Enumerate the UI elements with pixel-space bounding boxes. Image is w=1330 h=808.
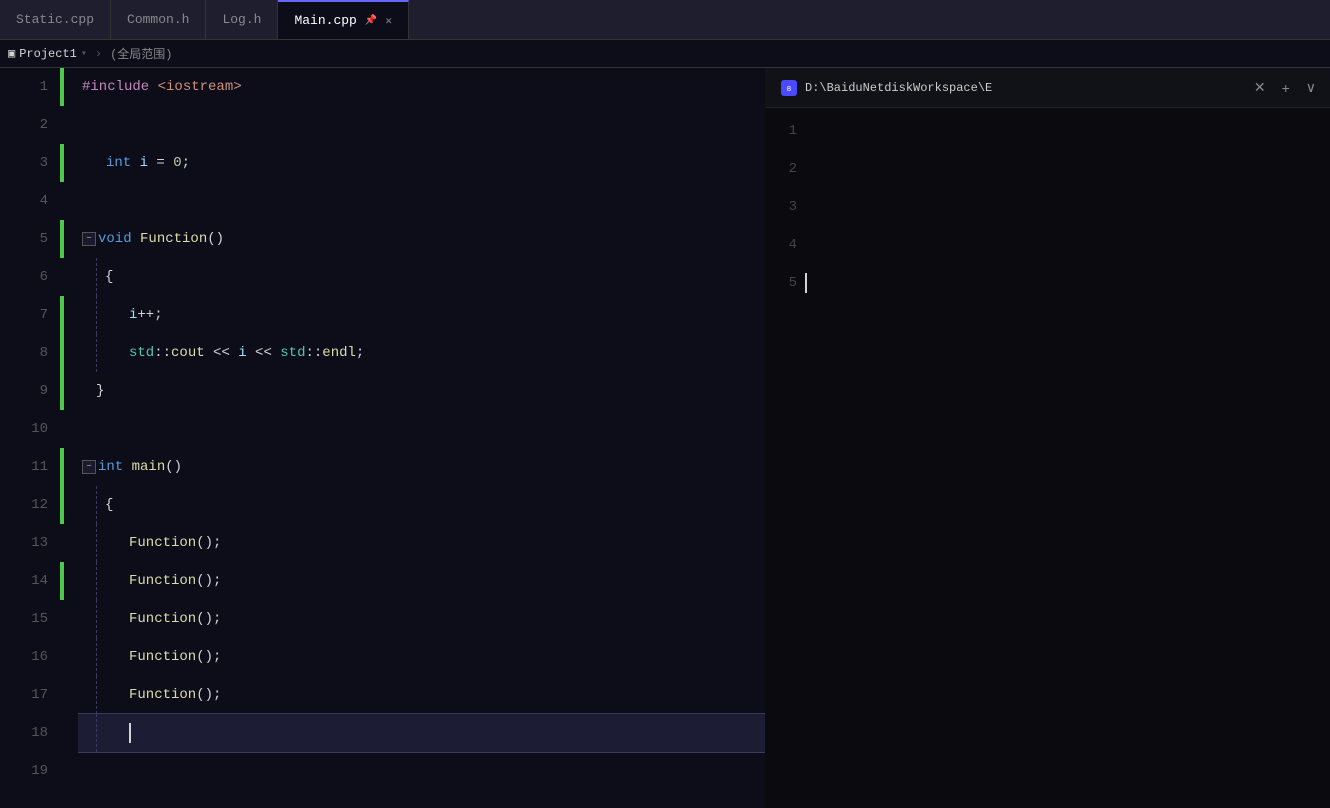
line-6[interactable]: { (78, 258, 765, 296)
line-num-13: 13 (0, 524, 48, 562)
breadcrumb-scope: (全局范围) (110, 45, 172, 62)
line-num-9: 9 (0, 372, 48, 410)
code-content[interactable]: #include <iostream> int i = 0 ; (78, 68, 765, 808)
dropdown-icon[interactable]: ▾ (81, 48, 87, 60)
line-num-17: 17 (0, 676, 48, 714)
line-num-12: 12 (0, 486, 48, 524)
line-1[interactable]: #include <iostream> (78, 68, 765, 106)
project-icon: ▣ (8, 46, 15, 61)
pin-icon[interactable]: 📌 (365, 15, 377, 27)
right-tab-bar: B D:\BaiduNetdiskWorkspace\E ✕ + ∨ (765, 68, 1330, 108)
line-num-14: 14 (0, 562, 48, 600)
line-16[interactable]: Function (); (78, 638, 765, 676)
line-12[interactable]: { (78, 486, 765, 524)
new-tab-button[interactable]: + (1276, 76, 1296, 100)
line-num-15: 15 (0, 600, 48, 638)
line-num-1: 1 (0, 68, 48, 106)
line-11[interactable]: – int main () (78, 448, 765, 486)
line-num-7: 7 (0, 296, 48, 334)
right-tab-actions: ✕ + ∨ (1248, 75, 1330, 100)
project-name: Project1 (19, 47, 77, 61)
line-num-3: 3 (0, 144, 48, 182)
terminal-icon: B (781, 80, 797, 96)
line-num-10: 10 (0, 410, 48, 448)
line-10[interactable] (78, 410, 765, 448)
code-area: 1 2 3 4 5 6 7 8 9 10 11 12 13 14 15 16 1 (0, 68, 765, 808)
line-3[interactable]: int i = 0 ; (78, 144, 765, 182)
line-15[interactable]: Function (); (78, 600, 765, 638)
line-numbers: 1 2 3 4 5 6 7 8 9 10 11 12 13 14 15 16 1 (0, 68, 60, 808)
project-label[interactable]: ▣ Project1 ▾ (8, 46, 87, 61)
right-line-5[interactable] (805, 264, 1330, 302)
line-num-11: 11 (0, 448, 48, 486)
right-line-2[interactable] (805, 150, 1330, 188)
line-num-6: 6 (0, 258, 48, 296)
line-8[interactable]: std :: cout << i << std :: endl ; (78, 334, 765, 372)
tab-log[interactable]: Log.h (206, 0, 278, 39)
line-13[interactable]: Function (); (78, 524, 765, 562)
tab-log-label: Log.h (222, 12, 261, 27)
right-line-num-3: 3 (769, 188, 797, 226)
right-cursor (805, 273, 807, 293)
line-9[interactable]: } (78, 372, 765, 410)
close-icon[interactable]: ✕ (385, 14, 392, 28)
right-panel: B D:\BaiduNetdiskWorkspace\E ✕ + ∨ 1 2 3 (765, 68, 1330, 808)
dropdown-button[interactable]: ∨ (1300, 75, 1322, 100)
right-line-num-2: 2 (769, 150, 797, 188)
line-14[interactable]: Function (); (78, 562, 765, 600)
right-line-1[interactable] (805, 112, 1330, 150)
editor-panel[interactable]: 1 2 3 4 5 6 7 8 9 10 11 12 13 14 15 16 1 (0, 68, 765, 808)
line-num-5: 5 (0, 220, 48, 258)
tab-static-label: Static.cpp (16, 12, 94, 27)
right-line-numbers: 1 2 3 4 5 (765, 108, 805, 808)
fold-btn-11[interactable]: – (82, 460, 96, 474)
right-line-num-4: 4 (769, 226, 797, 264)
right-line-3[interactable] (805, 188, 1330, 226)
line-num-4: 4 (0, 182, 48, 220)
right-code-area[interactable] (805, 108, 1330, 808)
line-17[interactable]: Function (); (78, 676, 765, 714)
tab-main[interactable]: Main.cpp 📌 ✕ (278, 0, 409, 39)
breadcrumb-arrow: › (95, 47, 102, 61)
tab-main-label: Main.cpp (294, 13, 356, 28)
breadcrumb-bar: ▣ Project1 ▾ › (全局范围) (0, 40, 1330, 68)
right-content[interactable]: 1 2 3 4 5 (765, 108, 1330, 808)
line-7[interactable]: i ++; (78, 296, 765, 334)
line-2[interactable] (78, 106, 765, 144)
line-18[interactable] (78, 714, 765, 752)
right-line-num-1: 1 (769, 112, 797, 150)
main-layout: 1 2 3 4 5 6 7 8 9 10 11 12 13 14 15 16 1 (0, 68, 1330, 808)
tab-common-label: Common.h (127, 12, 189, 27)
cursor (129, 723, 131, 743)
right-tab-label: D:\BaiduNetdiskWorkspace\E (805, 81, 992, 95)
right-line-4[interactable] (805, 226, 1330, 264)
ide-window: Static.cpp Common.h Log.h Main.cpp 📌 ✕ ▣… (0, 0, 1330, 808)
fold-btn-5[interactable]: – (82, 232, 96, 246)
line-num-2: 2 (0, 106, 48, 144)
svg-text:B: B (787, 86, 791, 93)
line-4[interactable] (78, 182, 765, 220)
close-tab-button[interactable]: ✕ (1248, 75, 1272, 100)
tab-bar: Static.cpp Common.h Log.h Main.cpp 📌 ✕ (0, 0, 1330, 40)
gutter (60, 68, 78, 808)
line-5[interactable]: – void Function () (78, 220, 765, 258)
tab-static[interactable]: Static.cpp (0, 0, 111, 39)
line-num-8: 8 (0, 334, 48, 372)
line-num-18: 18 (0, 714, 48, 752)
right-tab-terminal[interactable]: B D:\BaiduNetdiskWorkspace\E (769, 68, 1004, 107)
tab-common[interactable]: Common.h (111, 0, 206, 39)
line-num-16: 16 (0, 638, 48, 676)
right-line-num-5: 5 (769, 264, 797, 302)
line-19[interactable] (78, 752, 765, 790)
line-num-19: 19 (0, 752, 48, 790)
